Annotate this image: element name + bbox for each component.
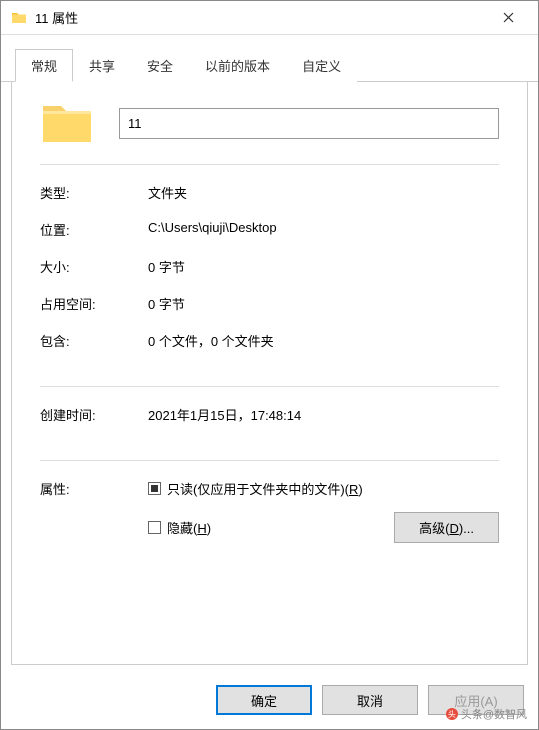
row-location: 位置: C:\Users\qiuji\Desktop <box>40 220 499 239</box>
tab-sharing[interactable]: 共享 <box>73 49 131 82</box>
row-contains: 包含: 0 个文件，0 个文件夹 <box>40 331 499 350</box>
row-size-on-disk: 占用空间: 0 字节 <box>40 294 499 313</box>
attributes-section: 属性: 只读(仅应用于文件夹中的文件)(R) 隐藏(H) 高级(D)... <box>40 479 499 543</box>
tab-security[interactable]: 安全 <box>131 49 189 82</box>
contains-value: 0 个文件，0 个文件夹 <box>148 331 499 350</box>
row-size: 大小: 0 字节 <box>40 257 499 276</box>
created-label: 创建时间: <box>40 405 148 424</box>
folder-large-icon <box>40 100 94 146</box>
hidden-row: 隐藏(H) 高级(D)... <box>148 512 499 543</box>
divider <box>40 386 499 387</box>
row-created: 创建时间: 2021年1月15日，17:48:14 <box>40 405 499 424</box>
tab-general[interactable]: 常规 <box>15 49 73 82</box>
hidden-label[interactable]: 隐藏(H) <box>167 518 211 537</box>
advanced-button[interactable]: 高级(D)... <box>394 512 499 543</box>
divider <box>40 164 499 165</box>
size-label: 大小: <box>40 257 148 276</box>
hidden-checkbox[interactable] <box>148 521 161 534</box>
row-type: 类型: 文件夹 <box>40 183 499 202</box>
type-label: 类型: <box>40 183 148 202</box>
size-on-disk-value: 0 字节 <box>148 294 499 313</box>
ok-button[interactable]: 确定 <box>216 685 312 715</box>
attributes-label: 属性: <box>40 479 148 543</box>
size-value: 0 字节 <box>148 257 499 276</box>
divider <box>40 460 499 461</box>
location-label: 位置: <box>40 220 148 239</box>
readonly-checkbox[interactable] <box>148 482 161 495</box>
created-value: 2021年1月15日，17:48:14 <box>148 405 499 424</box>
location-value: C:\Users\qiuji\Desktop <box>148 220 499 239</box>
properties-dialog: 11 属性 常规 共享 安全 以前的版本 自定义 类型: 文件夹 位置: C:\… <box>0 0 539 730</box>
name-row <box>40 100 499 146</box>
titlebar: 11 属性 <box>1 1 538 35</box>
cancel-button[interactable]: 取消 <box>322 685 418 715</box>
folder-name-input[interactable] <box>119 108 499 139</box>
window-title: 11 属性 <box>35 8 488 27</box>
tab-bar: 常规 共享 安全 以前的版本 自定义 <box>1 35 538 82</box>
type-value: 文件夹 <box>148 183 499 202</box>
size-on-disk-label: 占用空间: <box>40 294 148 313</box>
readonly-label[interactable]: 只读(仅应用于文件夹中的文件)(R) <box>167 479 363 498</box>
tab-content: 类型: 文件夹 位置: C:\Users\qiuji\Desktop 大小: 0… <box>11 82 528 665</box>
readonly-row: 只读(仅应用于文件夹中的文件)(R) <box>148 479 499 498</box>
close-icon <box>503 12 514 23</box>
folder-icon <box>11 10 27 26</box>
tab-customize[interactable]: 自定义 <box>286 49 357 82</box>
contains-label: 包含: <box>40 331 148 350</box>
close-button[interactable] <box>488 3 528 33</box>
dialog-footer: 确定 取消 应用(A) <box>1 675 538 729</box>
apply-button[interactable]: 应用(A) <box>428 685 524 715</box>
tab-previous-versions[interactable]: 以前的版本 <box>189 49 286 82</box>
attributes-controls: 只读(仅应用于文件夹中的文件)(R) 隐藏(H) 高级(D)... <box>148 479 499 543</box>
